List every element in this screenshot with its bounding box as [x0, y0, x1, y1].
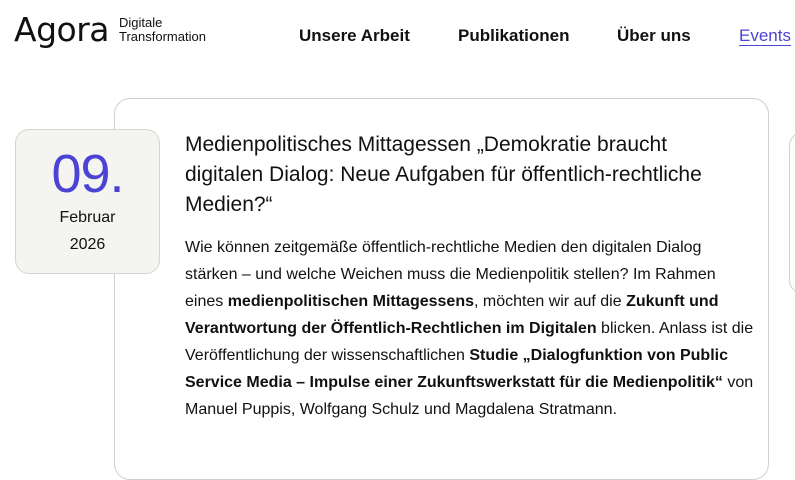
nav-item-events[interactable]: Events — [739, 26, 791, 46]
event-description: Wie können zeitgemäße öffentlich-rechtli… — [185, 234, 755, 423]
event-date-day: 09. — [51, 144, 124, 204]
logo-tagline-line2: Transformation — [119, 29, 206, 44]
agora-logo[interactable]: Agora Digitale Transformation — [14, 12, 206, 48]
nav-item-publikationen[interactable]: Publikationen — [458, 26, 569, 46]
logo-tagline-line1: Digitale — [119, 15, 163, 30]
next-event-card[interactable] — [789, 132, 795, 294]
site-header: Agora Digitale Transformation Unsere Arb… — [0, 0, 795, 72]
event-date-badge: 09. Februar 2026 — [15, 129, 160, 274]
nav-item-ueber-uns[interactable]: Über uns — [617, 26, 691, 46]
event-title[interactable]: Medienpolitisches Mittagessen „Demokrati… — [185, 130, 705, 220]
event-description-text: , möchten wir auf die — [473, 293, 627, 310]
event-description-emphasis: medienpolitischen Mittagessens — [227, 293, 474, 310]
event-date-month: Februar — [59, 209, 116, 226]
nav-item-unsere-arbeit[interactable]: Unsere Arbeit — [299, 26, 410, 46]
event-date-year: 2026 — [69, 236, 106, 253]
logo-tagline: Digitale Transformation — [119, 16, 206, 44]
logo-wordmark: Agora — [14, 10, 110, 49]
